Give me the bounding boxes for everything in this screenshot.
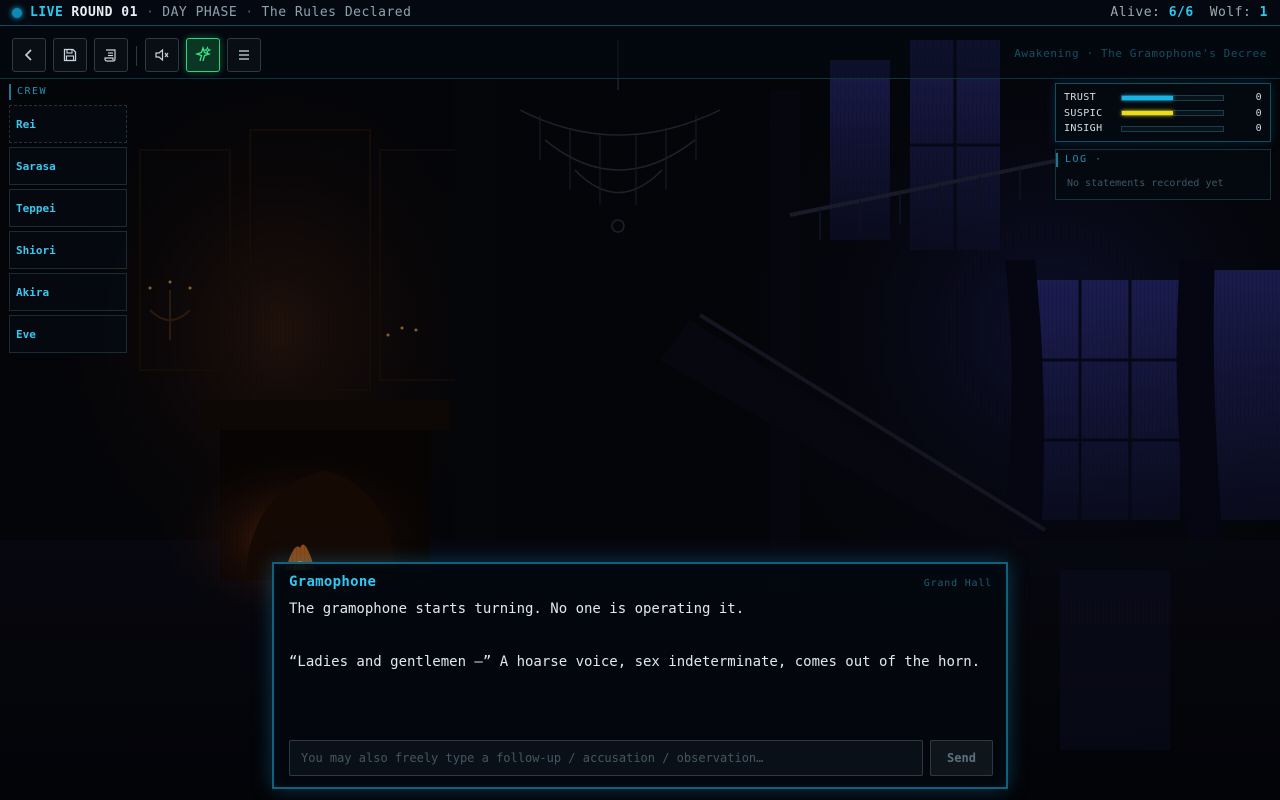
scroll-icon [104, 49, 116, 62]
statement-log: LOG · No statements recorded yet [1055, 149, 1271, 200]
menu-button[interactable] [227, 38, 261, 72]
status-bar: LIVE ROUND 01 · DAY PHASE · The Rules De… [0, 0, 1280, 26]
script-button[interactable] [94, 38, 128, 72]
crew-member-name: Rei [16, 117, 36, 131]
crew-member-name: Akira [16, 285, 50, 299]
live-indicator-icon [12, 7, 22, 18]
live-label: LIVE [30, 5, 64, 20]
crew-member-rei[interactable]: Rei [9, 105, 127, 143]
crew-member-name: Eve [16, 327, 36, 341]
crew-member-akira[interactable]: Akira [9, 273, 127, 311]
back-button[interactable] [12, 38, 46, 72]
stats-panel: TRUST 0 SUSPIC 0 INSIGH 0 [1055, 83, 1271, 142]
crew-member-shiori[interactable]: Shiori [9, 231, 127, 269]
log-title: LOG · [1056, 153, 1103, 167]
game-counters: Alive: 6/6 Wolf: 1 [1110, 5, 1268, 20]
scene-title: The Rules Declared [261, 5, 412, 20]
wolf-counter: Wolf: 1 [1209, 5, 1268, 20]
crew-member-sarasa[interactable]: Sarasa [9, 147, 127, 185]
stat-trust: TRUST 0 [1064, 92, 1262, 104]
dialogue-box: Gramophone Grand Hall The gramophone sta… [272, 562, 1008, 789]
speaker-muted-icon [155, 48, 169, 62]
log-empty-message: No statements recorded yet [1067, 178, 1224, 189]
floppy-disk-icon [63, 48, 77, 62]
crew-member-name: Shiori [16, 243, 56, 257]
toolbar: Awakening · The Gramophone's Decree [0, 26, 1280, 79]
dialogue-line: “Ladies and gentlemen —” A hoarse voice,… [289, 654, 981, 670]
speaker-name: Gramophone [289, 574, 377, 590]
sparkles-icon [194, 46, 212, 62]
phase-label: DAY PHASE [162, 5, 238, 20]
crew-member-teppei[interactable]: Teppei [9, 189, 127, 227]
crew-header: CREW [9, 84, 127, 100]
crew-member-name: Sarasa [16, 159, 56, 173]
effects-toggle-button[interactable] [186, 38, 220, 72]
send-button[interactable]: Send [930, 740, 993, 776]
chapter-title: Awakening · The Gramophone's Decree [1014, 47, 1267, 60]
trust-bar [1121, 94, 1224, 101]
toolbar-divider [136, 46, 137, 66]
alive-counter: Alive: 6/6 [1110, 5, 1194, 20]
chevron-left-icon [24, 49, 32, 61]
free-text-input[interactable] [289, 740, 923, 776]
save-button[interactable] [53, 38, 87, 72]
crew-member-eve[interactable]: Eve [9, 315, 127, 353]
hamburger-menu-icon [239, 50, 249, 60]
insight-bar [1121, 125, 1224, 132]
location-label: Grand Hall [923, 578, 992, 589]
stat-suspicion: SUSPIC 0 [1064, 107, 1262, 119]
crew-member-name: Teppei [16, 201, 56, 215]
suspicion-bar [1121, 110, 1224, 117]
dialogue-line: The gramophone starts turning. No one is… [289, 601, 745, 617]
round-label: ROUND 01 [71, 5, 138, 20]
stat-insight: INSIGH 0 [1064, 123, 1262, 135]
mute-button[interactable] [145, 38, 179, 72]
